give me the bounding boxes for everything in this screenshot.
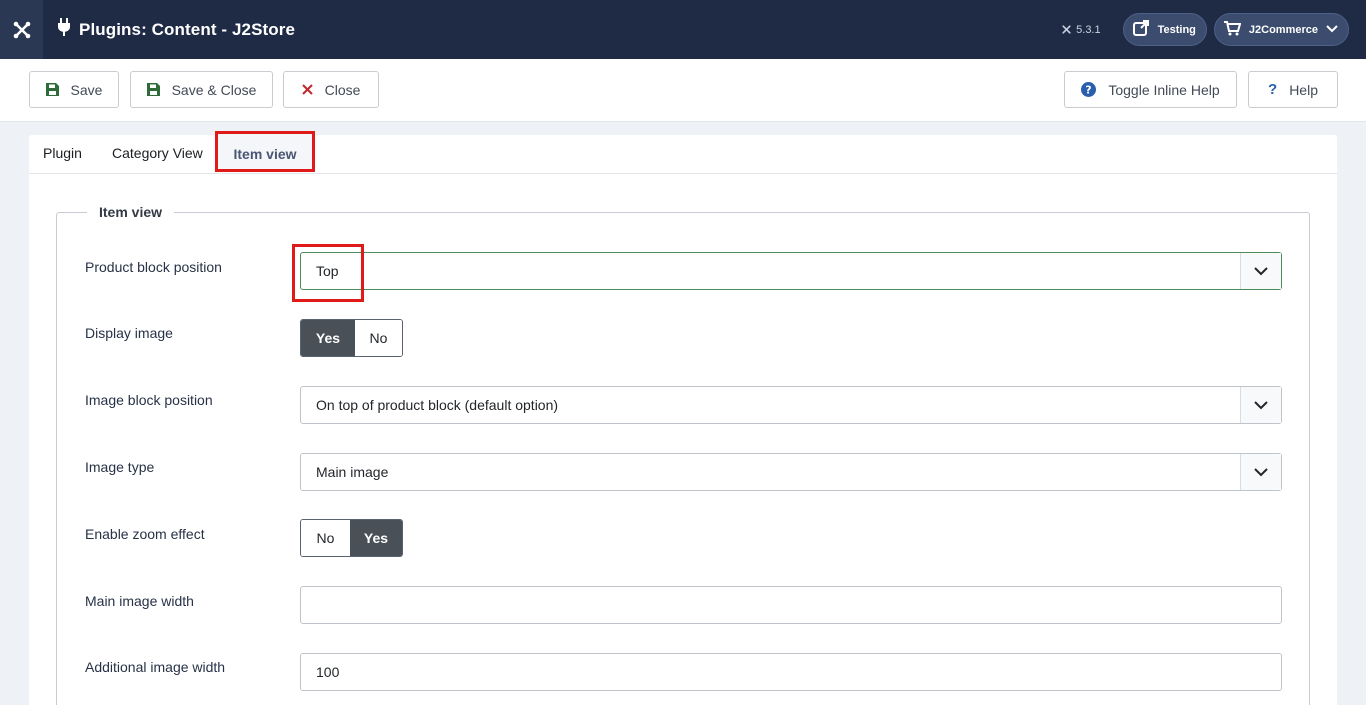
tab-plugin[interactable]: Plugin [43, 135, 82, 173]
product-block-position-value: Top [316, 263, 339, 279]
question-circle-icon: ? [1081, 82, 1097, 97]
enable-zoom-yes[interactable]: Yes [350, 520, 402, 556]
main-image-width-input[interactable] [300, 586, 1282, 624]
close-icon [301, 84, 313, 95]
enable-zoom-label: Enable zoom effect [85, 526, 205, 542]
image-block-position-value: On top of product block (default option) [316, 397, 559, 413]
display-image-yes[interactable]: Yes [301, 320, 355, 356]
tab-item-view[interactable]: Item view [215, 131, 315, 172]
product-block-position-select[interactable]: Top [300, 252, 1282, 290]
close-button[interactable]: Close [283, 71, 379, 108]
chevron-down-icon [1240, 253, 1281, 289]
enable-zoom-toggle[interactable]: No Yes [300, 519, 403, 557]
close-label: Close [324, 81, 361, 98]
additional-image-width-input[interactable]: 100 [300, 653, 1282, 691]
toolbar: Save Save & Close Close ? Toggle Inline … [0, 59, 1366, 122]
help-button[interactable]: ? Help [1248, 71, 1338, 108]
fieldset-legend: Item view [87, 204, 175, 220]
user-menu-button[interactable]: J2Commerce [1213, 13, 1349, 46]
image-type-select[interactable]: Main image [300, 453, 1282, 491]
site-link-button[interactable]: Testing [1122, 13, 1207, 46]
plug-icon [57, 18, 71, 41]
toggle-inline-help-button[interactable]: ? Toggle Inline Help [1064, 71, 1237, 108]
top-header: Plugins: Content - J2Store 5.3.1 Testing [0, 0, 1366, 59]
question-icon: ? [1268, 81, 1278, 98]
version-text: 5.3.1 [1076, 23, 1101, 36]
floppy-icon [146, 83, 160, 96]
additional-image-width-label: Additional image width [85, 659, 226, 675]
display-image-no[interactable]: No [355, 320, 402, 356]
joomla-logo-icon[interactable] [0, 0, 43, 59]
display-image-label: Display image [85, 325, 173, 341]
save-close-label: Save & Close [171, 81, 257, 98]
save-button[interactable]: Save [29, 71, 119, 108]
save-close-button[interactable]: Save & Close [130, 71, 273, 108]
help-label: Help [1289, 81, 1318, 98]
enable-zoom-no[interactable]: No [301, 520, 350, 556]
site-label: Testing [1157, 23, 1196, 36]
floppy-icon [45, 83, 59, 96]
svg-text:?: ? [1086, 84, 1092, 97]
plugin-form-card: Plugin Category View Item view Item view… [29, 131, 1337, 705]
product-block-position-label: Product block position [85, 259, 222, 275]
display-image-toggle[interactable]: Yes No [300, 319, 403, 357]
save-label: Save [70, 81, 103, 98]
chevron-down-icon [1326, 24, 1338, 36]
image-type-label: Image type [85, 459, 155, 475]
external-link-icon [1132, 19, 1150, 40]
chevron-down-icon [1240, 454, 1281, 490]
image-block-position-label: Image block position [85, 392, 213, 408]
image-block-position-select[interactable]: On top of product block (default option) [300, 386, 1282, 424]
tab-bar: Plugin Category View Item view [29, 131, 1337, 174]
cart-icon [1223, 20, 1242, 39]
user-label: J2Commerce [1248, 23, 1318, 36]
main-image-width-label: Main image width [85, 593, 194, 609]
toggle-help-label: Toggle Inline Help [1108, 81, 1220, 98]
chevron-down-icon [1240, 387, 1281, 423]
tab-category-view[interactable]: Category View [112, 135, 203, 173]
joomla-small-icon [1062, 25, 1071, 34]
page-title: Plugins: Content - J2Store [79, 19, 296, 39]
joomla-version: 5.3.1 [1061, 23, 1101, 36]
image-type-value: Main image [316, 464, 389, 480]
